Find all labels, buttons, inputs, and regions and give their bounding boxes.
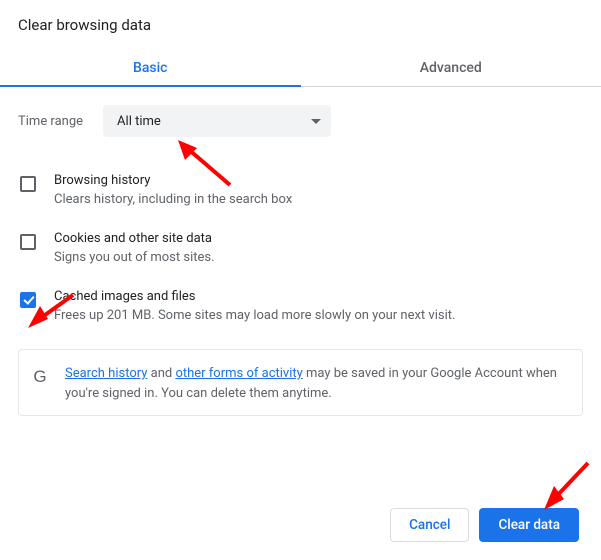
clear-data-button[interactable]: Clear data bbox=[479, 508, 579, 542]
google-logo-icon: G bbox=[29, 364, 51, 403]
option-title: Browsing history bbox=[54, 173, 583, 188]
link-search-history[interactable]: Search history bbox=[65, 366, 147, 381]
option-title: Cached images and files bbox=[54, 289, 583, 304]
google-account-info: G Search history and other forms of acti… bbox=[18, 349, 583, 416]
time-range-label: Time range bbox=[18, 114, 83, 129]
chevron-down-icon bbox=[311, 114, 321, 129]
option-cookies: Cookies and other site data Signs you ou… bbox=[18, 231, 583, 289]
cancel-button[interactable]: Cancel bbox=[390, 508, 469, 542]
checkbox-cached[interactable] bbox=[20, 292, 36, 308]
tab-advanced[interactable]: Advanced bbox=[301, 48, 601, 86]
option-cached: Cached images and files Frees up 201 MB.… bbox=[18, 289, 583, 347]
link-other-activity[interactable]: other forms of activity bbox=[175, 366, 302, 381]
option-sub: Clears history, including in the search … bbox=[54, 192, 583, 207]
tab-bar: Basic Advanced bbox=[0, 48, 601, 87]
time-range-select[interactable]: All time bbox=[103, 105, 331, 137]
dialog-title: Clear browsing data bbox=[18, 16, 583, 34]
checkbox-browsing-history[interactable] bbox=[20, 176, 36, 192]
option-sub: Frees up 201 MB. Some sites may load mor… bbox=[54, 308, 583, 323]
dialog-footer: Cancel Clear data bbox=[390, 508, 579, 542]
annotation-arrow-icon bbox=[538, 458, 593, 513]
info-text: Search history and other forms of activi… bbox=[65, 364, 568, 403]
checkbox-cookies[interactable] bbox=[20, 234, 36, 250]
tab-basic[interactable]: Basic bbox=[0, 48, 301, 86]
time-range-row: Time range All time bbox=[18, 105, 583, 137]
option-title: Cookies and other site data bbox=[54, 231, 583, 246]
option-sub: Signs you out of most sites. bbox=[54, 250, 583, 265]
time-range-value: All time bbox=[117, 114, 161, 129]
option-browsing-history: Browsing history Clears history, includi… bbox=[18, 173, 583, 231]
